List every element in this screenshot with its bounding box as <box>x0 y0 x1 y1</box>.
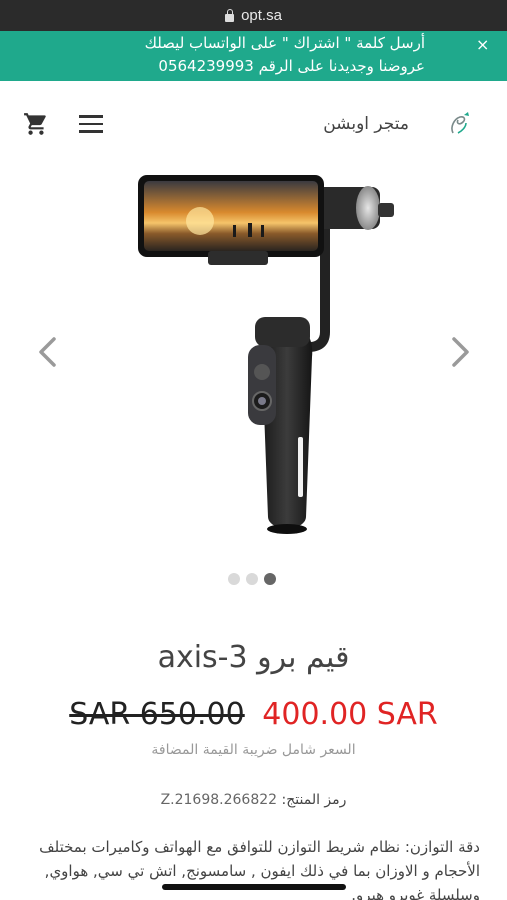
chevron-left-icon[interactable] <box>36 335 58 369</box>
site-header: متجر اوبشن <box>0 81 507 167</box>
lock-icon <box>225 8 235 22</box>
gallery-dot-active[interactable] <box>264 573 276 585</box>
old-price: SAR 650.00 <box>69 697 245 732</box>
product-image <box>138 175 394 534</box>
vat-note: السعر شامل ضريبة القيمة المضافة <box>151 742 356 758</box>
sku-value: Z.21698.266822 <box>160 792 278 808</box>
product-sku: رمز المنتج: Z.21698.266822 <box>0 792 507 808</box>
chevron-right-icon[interactable] <box>450 335 472 369</box>
product-description: دقة التوازن: نظام شريط التوازن للتوافق م… <box>39 838 480 900</box>
product-gallery[interactable] <box>0 167 507 597</box>
price-row: SAR 650.00 400.00 SAR <box>0 697 507 732</box>
store-logo-icon[interactable] <box>444 109 474 139</box>
url-text[interactable]: opt.sa <box>241 7 282 24</box>
promo-line-1: أرسل كلمة " اشتراك " على الواتساب ليصلك <box>144 34 425 52</box>
close-icon[interactable]: × <box>476 35 489 54</box>
promo-line-2: عروضنا وجديدنا على الرقم 0564239993 <box>158 57 425 75</box>
browser-url-bar[interactable]: opt.sa <box>0 0 507 31</box>
sku-label: رمز المنتج: <box>281 792 347 808</box>
menu-icon[interactable] <box>79 115 103 133</box>
sale-price: 400.00 SAR <box>262 697 438 732</box>
gallery-dot[interactable] <box>246 573 258 585</box>
home-indicator[interactable] <box>162 884 346 890</box>
store-name[interactable]: متجر اوبشن <box>323 114 409 134</box>
promo-banner: × أرسل كلمة " اشتراك " على الواتساب ليصل… <box>0 31 507 81</box>
gallery-dot[interactable] <box>228 573 240 585</box>
gallery-dots[interactable] <box>228 573 276 585</box>
product-title: قيم برو axis-3 <box>157 640 350 675</box>
cart-icon[interactable] <box>22 111 50 137</box>
